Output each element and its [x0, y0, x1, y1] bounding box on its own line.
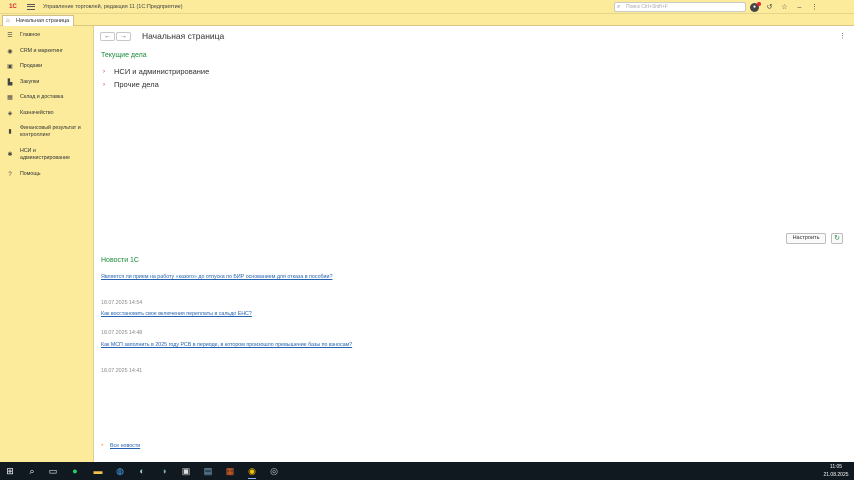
main-menu-icon[interactable] [27, 2, 37, 12]
home-icon: ⌂ [6, 18, 10, 24]
sidebar: ☰ Главное ◉ CRM и маркетинг ▣ Продажи ▙ … [0, 26, 94, 462]
expand-arrow-icon: › [103, 68, 105, 75]
treasury-icon: ◈ [7, 110, 13, 117]
menu-list-icon: ☰ [7, 32, 13, 39]
task-item-admin[interactable]: › НСИ и администрирование [103, 67, 209, 76]
app-logo: 1С [9, 3, 17, 10]
task-item-other[interactable]: › Прочие дела [103, 80, 159, 89]
current-tasks-title: Текущие дела [101, 52, 147, 59]
help-icon: ? [8, 171, 12, 178]
app-icon[interactable]: ◑ [157, 464, 171, 478]
back-button[interactable]: ← [100, 32, 115, 41]
tabs-bar: ⌂ Начальная страница [0, 14, 854, 26]
sidebar-item-treasury[interactable]: ◈ Казначейство [0, 109, 94, 118]
tab-home[interactable]: ⌂ Начальная страница [2, 15, 74, 26]
1c-app-icon[interactable]: ◉ [245, 464, 259, 479]
minimize-icon[interactable]: – [795, 3, 804, 12]
system-clock[interactable]: 11:05 21.08.2025 [820, 463, 852, 479]
rss-icon: ◔ [100, 443, 104, 449]
sidebar-item-help[interactable]: ? Помощь [0, 170, 94, 179]
sidebar-item-main[interactable]: ☰ Главное [0, 31, 94, 40]
file-explorer-icon[interactable]: ▬ [91, 464, 105, 478]
warehouse-icon: ▦ [7, 94, 13, 101]
app-title: Управление торговлей, редакция 11 (1С:Пр… [43, 3, 183, 10]
news-date: 18.07.2025 14:54 [101, 300, 143, 306]
chart-bars-icon: ▮ [8, 129, 12, 135]
news-date: 18.07.2025 14:48 [101, 330, 143, 336]
expand-arrow-icon: › [103, 81, 105, 88]
search-taskbar-icon[interactable]: ⌕ [25, 464, 39, 478]
news-date: 18.07.2025 14:41 [101, 368, 143, 374]
task-view-icon[interactable]: ▭ [46, 464, 60, 478]
windows-start-icon[interactable]: ⊞ [3, 464, 17, 478]
user-avatar-icon[interactable]: ● [750, 1, 761, 12]
app-icon[interactable]: ◐ [135, 464, 149, 478]
sidebar-item-purchases[interactable]: ▙ Закупки [0, 78, 94, 87]
news-link[interactable]: Как МСП заполнить в 2025 году РСВ в пери… [101, 342, 352, 348]
cart-icon: ▙ [7, 79, 13, 86]
forward-button[interactable]: → [116, 32, 131, 41]
sidebar-item-finance[interactable]: ▮ Финансовый результат и контроллинг [0, 124, 94, 140]
refresh-icon[interactable]: ↻ [831, 233, 843, 244]
app-icon[interactable]: ▦ [223, 464, 237, 478]
sidebar-item-crm[interactable]: ◉ CRM и маркетинг [0, 47, 94, 56]
title-bar: 1С Управление торговлей, редакция 11 (1С… [0, 0, 854, 14]
news-link[interactable]: Как восстановить свое включения переплат… [101, 311, 252, 317]
search-placeholder: Поиск Ctrl+Shift+F [626, 4, 668, 10]
all-news-link[interactable]: ◔ Все новости [100, 443, 140, 449]
news-title: Новости 1С [101, 257, 139, 264]
history-icon[interactable]: ↺ [765, 3, 774, 12]
setup-button[interactable]: Настроить [786, 233, 826, 244]
gear-icon: ✱ [7, 152, 13, 158]
menu-dots-icon[interactable]: ⋮ [810, 3, 819, 12]
sales-bag-icon: ▣ [7, 63, 13, 70]
more-options-icon[interactable]: ⋮ [839, 32, 846, 40]
page-title: Начальная страница [142, 31, 225, 41]
sidebar-item-admin[interactable]: ✱ НСИ и администрирование [0, 147, 94, 163]
news-link[interactable]: Является ли прием на работу «казого» до … [101, 274, 332, 280]
favorites-star-icon[interactable]: ☆ [780, 3, 789, 12]
tab-label: Начальная страница [16, 18, 70, 24]
app-icon[interactable]: ▣ [179, 464, 193, 478]
search-input[interactable]: ⌕ Поиск Ctrl+Shift+F [614, 2, 746, 12]
whatsapp-icon[interactable]: ● [68, 464, 82, 478]
windows-taskbar: ⊞ ⌕ ▭ ● ▬ ◍ ◐ ◑ ▣ ▤ ▦ ◉ ◎ 11:05 21.08.20… [0, 462, 854, 480]
search-icon: ⌕ [617, 4, 621, 10]
browser-icon[interactable]: ◍ [113, 464, 127, 478]
main-panel: ← → Начальная страница ⋮ Текущие дела › … [95, 26, 854, 462]
app-icon[interactable]: ◎ [267, 464, 281, 478]
sidebar-item-warehouse[interactable]: ▦ Склад и доставка [0, 93, 94, 102]
sidebar-item-sales[interactable]: ▣ Продажи [0, 62, 94, 71]
app-icon[interactable]: ▤ [201, 464, 215, 478]
crm-icon: ◉ [7, 48, 13, 55]
